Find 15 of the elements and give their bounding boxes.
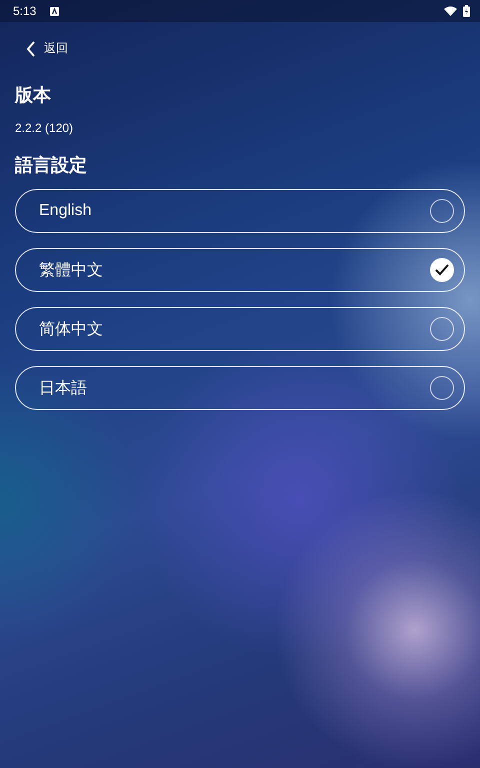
back-label: 返回 (44, 40, 68, 57)
wifi-icon (444, 6, 457, 16)
battery-icon (463, 5, 470, 17)
section-title: 語言設定 (15, 154, 88, 177)
back-button[interactable]: 返回 (22, 36, 72, 61)
notification-icon (50, 6, 60, 16)
language-option[interactable]: 日本語 (15, 366, 465, 410)
status-time: 5:13 (13, 4, 36, 18)
language-option[interactable]: English (15, 189, 465, 233)
language-option[interactable]: 简体中文 (15, 307, 465, 351)
version-text: 2.2.2 (120) (15, 121, 74, 135)
back-icon (26, 40, 36, 56)
section-title: 版本 (15, 84, 52, 107)
check-icon (435, 264, 449, 276)
language-option[interactable]: 繁體中文 (15, 248, 465, 292)
